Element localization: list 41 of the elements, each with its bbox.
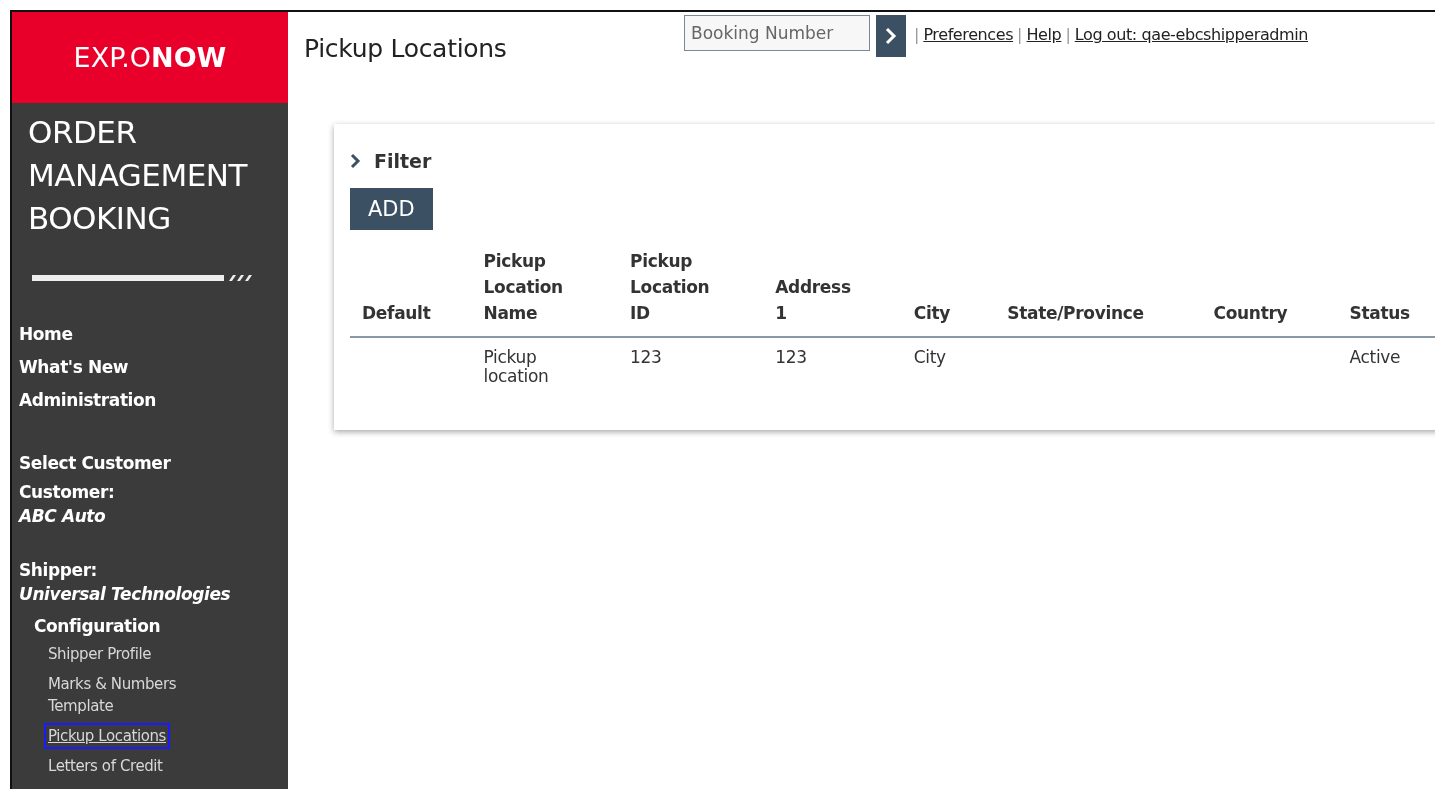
chevron-icon <box>350 153 362 169</box>
section-heading: Configuration <box>33 615 162 638</box>
search-field[interactable]: Booking Number <box>684 15 870 51</box>
column-header: Pickup Location Name <box>483 250 563 325</box>
separator: | <box>1017 25 1023 44</box>
go-button[interactable] <box>876 15 906 57</box>
shipper-name: Universal Technologies <box>18 583 232 606</box>
table-cell: City <box>913 348 946 367</box>
header-link[interactable]: Preferences <box>923 25 1014 44</box>
column-header: State/Province <box>1007 302 1144 325</box>
separator: | <box>1065 25 1071 44</box>
nav-link[interactable]: Select Customer <box>12 447 288 480</box>
header-link[interactable]: Log out: qae-ebcshipperadmin <box>1074 25 1309 44</box>
sidebar-item[interactable]: Marks & Numbers Template <box>46 673 230 717</box>
table-cell: Pickup location <box>483 348 549 386</box>
sidebar-item[interactable]: Pickup Locations <box>46 725 168 747</box>
column-header: Default <box>362 302 431 325</box>
column-header: City <box>913 302 951 325</box>
add-button[interactable]: ADD <box>350 188 433 230</box>
table-cell: 123 <box>630 348 662 367</box>
filter-toggle[interactable]: Filter <box>350 146 432 176</box>
chevron-right-icon <box>885 27 897 45</box>
column-header: Country <box>1213 302 1288 325</box>
page-title: Pickup Locations <box>304 34 508 63</box>
column-header: Status <box>1349 302 1410 325</box>
header-link[interactable]: Help <box>1026 25 1062 44</box>
table-cell: Active <box>1349 348 1401 367</box>
column-header: Address 1 <box>775 276 851 325</box>
customer-label: Customer: <box>18 481 116 504</box>
table-cell: 123 <box>775 348 807 367</box>
customer-name: ABC Auto <box>17 505 107 528</box>
column-header: Pickup Location ID <box>630 250 710 325</box>
nav-link[interactable]: Administration <box>12 384 288 417</box>
logo: EXP.ONOW <box>12 12 288 103</box>
nav-link[interactable]: Home <box>12 318 288 351</box>
sidebar-item[interactable]: Letters of Credit <box>46 755 165 777</box>
shipper-label: Shipper: <box>18 559 99 582</box>
app-title: ORDER MANAGEMENT BOOKING <box>27 113 249 238</box>
nav-link[interactable]: What's New <box>12 351 288 384</box>
separator: | <box>914 25 920 44</box>
sidebar-item[interactable]: Shipper Profile <box>46 643 154 665</box>
